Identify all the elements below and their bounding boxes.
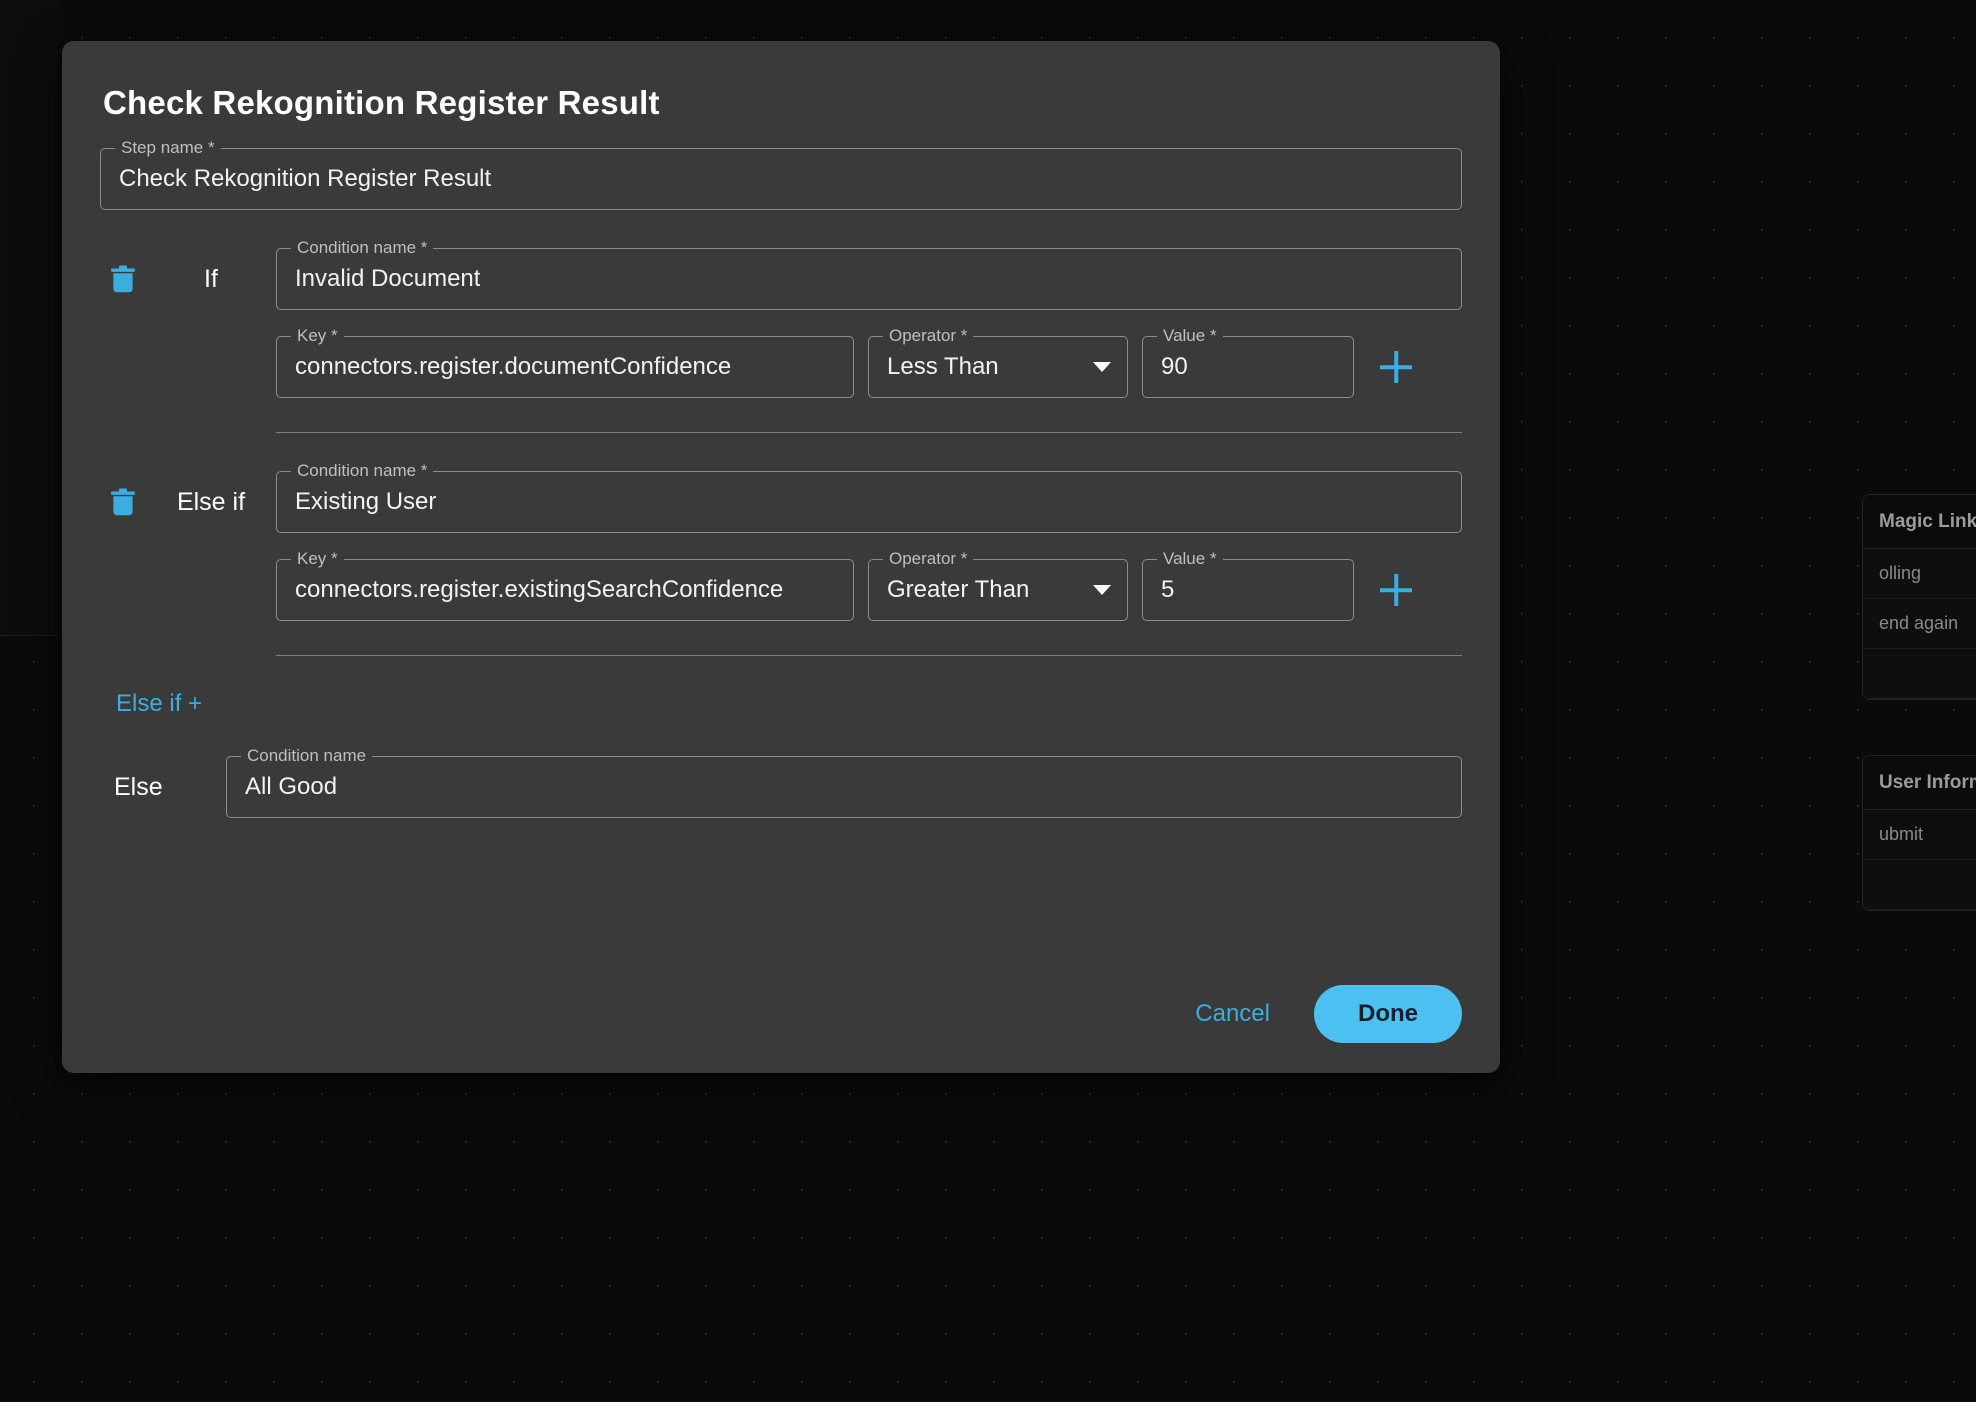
condition-block-else-if: Else if Condition name * Existing User K…: [100, 471, 1462, 656]
trash-icon: [110, 264, 136, 294]
chevron-down-icon: [1093, 362, 1111, 372]
value-value-else-if: 5: [1161, 576, 1174, 604]
else-name-value: All Good: [245, 773, 337, 801]
condition-name-value-if: Invalid Document: [295, 265, 480, 293]
background-node-title: Magic Link S: [1863, 495, 1976, 549]
condition-name-field-wrapper-else-if: Condition name * Existing User: [276, 471, 1462, 533]
value-input-else-if[interactable]: Value * 5: [1142, 559, 1354, 621]
background-node-row: olling: [1863, 549, 1976, 599]
operator-field-wrapper-if: Operator * Less Than: [868, 336, 1128, 398]
key-input-if[interactable]: Key * connectors.register.documentConfid…: [276, 336, 854, 398]
condition-header: If Condition name * Invalid Document: [100, 248, 1462, 310]
done-button[interactable]: Done: [1314, 985, 1462, 1043]
key-label-if: Key *: [291, 326, 344, 346]
condition-name-label-if: Condition name *: [291, 238, 433, 258]
condition-step-dialog: Check Rekognition Register Result Step n…: [62, 41, 1500, 1073]
condition-keyword-else-if: Else if: [146, 488, 276, 517]
key-input-else-if[interactable]: Key * connectors.register.existingSearch…: [276, 559, 854, 621]
operator-value-else-if: Greater Than: [887, 576, 1029, 604]
condition-name-field-wrapper-if: Condition name * Invalid Document: [276, 248, 1462, 310]
add-else-if-link[interactable]: Else if +: [116, 690, 202, 718]
operator-select-else-if[interactable]: Operator * Greater Than: [868, 559, 1128, 621]
else-name-label: Condition name: [241, 746, 372, 766]
background-node-title: User Informa: [1863, 756, 1976, 810]
step-name-field-wrapper: Step name * Check Rekognition Register R…: [100, 148, 1462, 210]
background-node-row: ubmit: [1863, 810, 1976, 860]
condition-keyword-else: Else: [100, 773, 226, 802]
value-input-if[interactable]: Value * 90: [1142, 336, 1354, 398]
value-label-else-if: Value *: [1157, 549, 1223, 569]
delete-condition-button-if[interactable]: [100, 264, 146, 294]
background-node-user-information[interactable]: User Informa ubmit: [1862, 755, 1976, 911]
condition-name-input-else-if[interactable]: Condition name * Existing User: [276, 471, 1462, 533]
step-name-input[interactable]: Step name * Check Rekognition Register R…: [100, 148, 1462, 210]
background-node-magic-link[interactable]: Magic Link S olling end again: [1862, 494, 1976, 700]
else-name-field-wrapper: Condition name All Good: [226, 756, 1462, 818]
condition-divider: [276, 655, 1462, 656]
operator-value-if: Less Than: [887, 353, 999, 381]
value-field-wrapper-if: Value * 90: [1142, 336, 1354, 398]
value-label-if: Value *: [1157, 326, 1223, 346]
chevron-down-icon: [1093, 585, 1111, 595]
canvas-left-panel: [0, 0, 58, 636]
condition-header: Else if Condition name * Existing User: [100, 471, 1462, 533]
cancel-button[interactable]: Cancel: [1177, 990, 1288, 1038]
delete-condition-button-else-if[interactable]: [100, 487, 146, 517]
condition-expression-row-if: Key * connectors.register.documentConfid…: [100, 336, 1462, 398]
add-expression-button-else-if[interactable]: [1376, 570, 1416, 610]
dialog-footer: Cancel Done: [1177, 985, 1462, 1043]
key-field-wrapper-else-if: Key * connectors.register.existingSearch…: [276, 559, 854, 621]
condition-block-if: If Condition name * Invalid Document Key…: [100, 248, 1462, 433]
condition-divider: [276, 432, 1462, 433]
background-node-row: end again: [1863, 599, 1976, 649]
step-name-label: Step name *: [115, 138, 221, 158]
operator-field-wrapper-else-if: Operator * Greater Than: [868, 559, 1128, 621]
operator-label-else-if: Operator *: [883, 549, 973, 569]
key-label-else-if: Key *: [291, 549, 344, 569]
condition-name-label-else-if: Condition name *: [291, 461, 433, 481]
value-value-if: 90: [1161, 353, 1188, 381]
condition-name-input-if[interactable]: Condition name * Invalid Document: [276, 248, 1462, 310]
value-field-wrapper-else-if: Value * 5: [1142, 559, 1354, 621]
key-field-wrapper-if: Key * connectors.register.documentConfid…: [276, 336, 854, 398]
background-node-row: [1863, 860, 1976, 910]
else-block: Else Condition name All Good: [100, 756, 1462, 818]
operator-select-if[interactable]: Operator * Less Than: [868, 336, 1128, 398]
operator-label-if: Operator *: [883, 326, 973, 346]
else-name-input[interactable]: Condition name All Good: [226, 756, 1462, 818]
key-value-else-if: connectors.register.existingSearchConfid…: [295, 576, 783, 604]
condition-keyword-if: If: [146, 265, 276, 294]
condition-name-value-else-if: Existing User: [295, 488, 436, 516]
step-name-value: Check Rekognition Register Result: [119, 165, 491, 193]
page-title: Check Rekognition Register Result: [100, 41, 1462, 122]
background-node-row: [1863, 649, 1976, 699]
add-expression-button-if[interactable]: [1376, 347, 1416, 387]
key-value-if: connectors.register.documentConfidence: [295, 353, 731, 381]
trash-icon: [110, 487, 136, 517]
condition-expression-row-else-if: Key * connectors.register.existingSearch…: [100, 559, 1462, 621]
